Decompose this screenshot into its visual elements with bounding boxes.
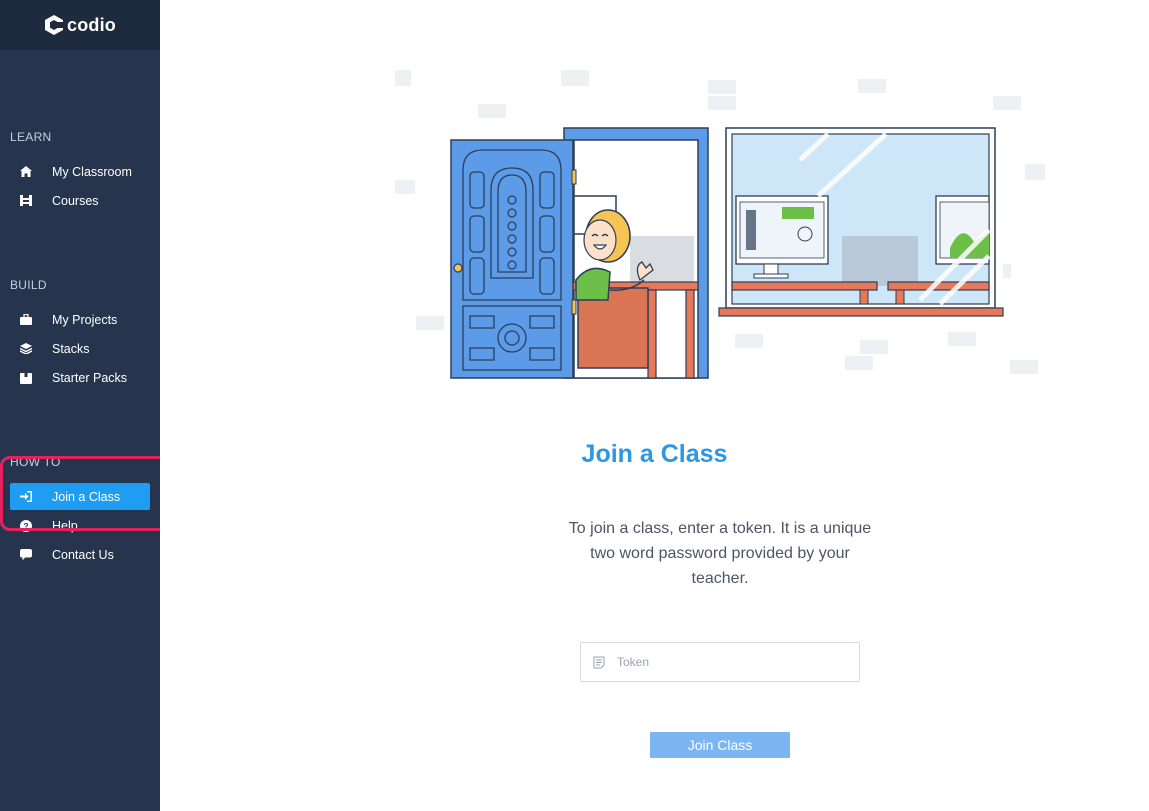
codio-logo-icon xyxy=(45,15,64,35)
box-icon xyxy=(10,371,42,384)
brand[interactable]: codio xyxy=(44,14,116,36)
classroom-illustration xyxy=(395,70,1045,379)
join-description: To join a class, enter a token. It is a … xyxy=(568,520,872,587)
sign-in-icon xyxy=(10,491,42,502)
brand-name: codio xyxy=(67,14,116,35)
courses-icon xyxy=(10,195,42,206)
section-title-how-to: HOW TO xyxy=(10,455,61,469)
app-root: codio LEARN My Classroom Courses BUILD M… xyxy=(0,0,1149,811)
sidebar-item-join-a-class[interactable]: Join a Class xyxy=(10,483,150,510)
sidebar-item-label: Courses xyxy=(52,193,99,208)
sidebar-item-stacks[interactable]: Stacks xyxy=(10,335,150,362)
join-class-button[interactable]: Join Class xyxy=(650,732,790,758)
question-circle-icon: ? xyxy=(10,519,42,532)
main-content: Join a Class To join a class, enter a to… xyxy=(160,0,1149,811)
sidebar-item-label: Contact Us xyxy=(52,547,114,562)
sidebar-item-starter-packs[interactable]: Starter Packs xyxy=(10,364,150,391)
page-title: Join a Class xyxy=(581,440,728,468)
brand-header[interactable]: codio xyxy=(0,0,160,50)
sidebar-item-label: My Projects xyxy=(52,312,118,327)
sidebar-item-courses[interactable]: Courses xyxy=(10,187,150,214)
token-field[interactable] xyxy=(580,642,860,682)
sidebar-item-contact-us[interactable]: Contact Us xyxy=(10,541,150,568)
chat-bubble-icon xyxy=(10,548,42,561)
sidebar-item-label: My Classroom xyxy=(52,164,132,179)
svg-text:?: ? xyxy=(23,521,28,531)
layers-icon xyxy=(10,343,42,354)
briefcase-icon xyxy=(10,314,42,325)
home-icon xyxy=(10,166,42,177)
sidebar-item-label: Help xyxy=(52,518,78,533)
sidebar-item-help[interactable]: ? Help xyxy=(10,512,150,539)
section-title-learn: LEARN xyxy=(10,130,52,144)
sidebar-item-label: Stacks xyxy=(52,341,90,356)
token-input[interactable] xyxy=(617,655,847,669)
section-title-build: BUILD xyxy=(10,278,47,292)
sidebar-item-my-projects[interactable]: My Projects xyxy=(10,306,150,333)
note-icon xyxy=(581,656,617,669)
sidebar-item-label: Starter Packs xyxy=(52,370,128,385)
sidebar: codio LEARN My Classroom Courses BUILD M… xyxy=(0,0,176,811)
sidebar-item-my-classroom[interactable]: My Classroom xyxy=(10,158,150,185)
sidebar-item-label: Join a Class xyxy=(52,489,121,504)
